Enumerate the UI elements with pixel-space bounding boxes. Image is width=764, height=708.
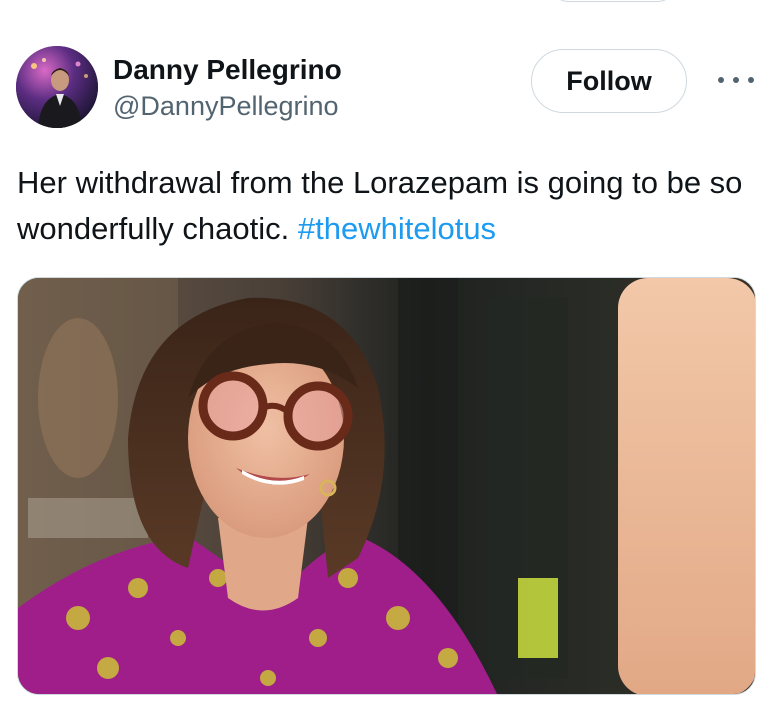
tweet-media[interactable] <box>17 277 756 695</box>
dot-icon <box>733 77 739 83</box>
dot-icon <box>718 77 724 83</box>
previous-button-edge <box>548 0 678 2</box>
tweet-card: Danny Pellegrino @DannyPellegrino Follow… <box>0 0 764 708</box>
follow-button[interactable]: Follow <box>531 49 687 113</box>
author-names: Danny Pellegrino @DannyPellegrino <box>113 52 342 124</box>
display-name[interactable]: Danny Pellegrino <box>113 52 342 88</box>
handle[interactable]: @DannyPellegrino <box>113 88 342 124</box>
avatar[interactable] <box>16 46 98 128</box>
dot-icon <box>748 77 754 83</box>
more-icon[interactable] <box>718 68 754 92</box>
tweet-text: Her withdrawal from the Lorazepam is goi… <box>17 160 752 252</box>
avatar-image <box>16 46 98 128</box>
hashtag-link[interactable]: #thewhitelotus <box>298 211 496 246</box>
photo-image <box>18 278 755 694</box>
